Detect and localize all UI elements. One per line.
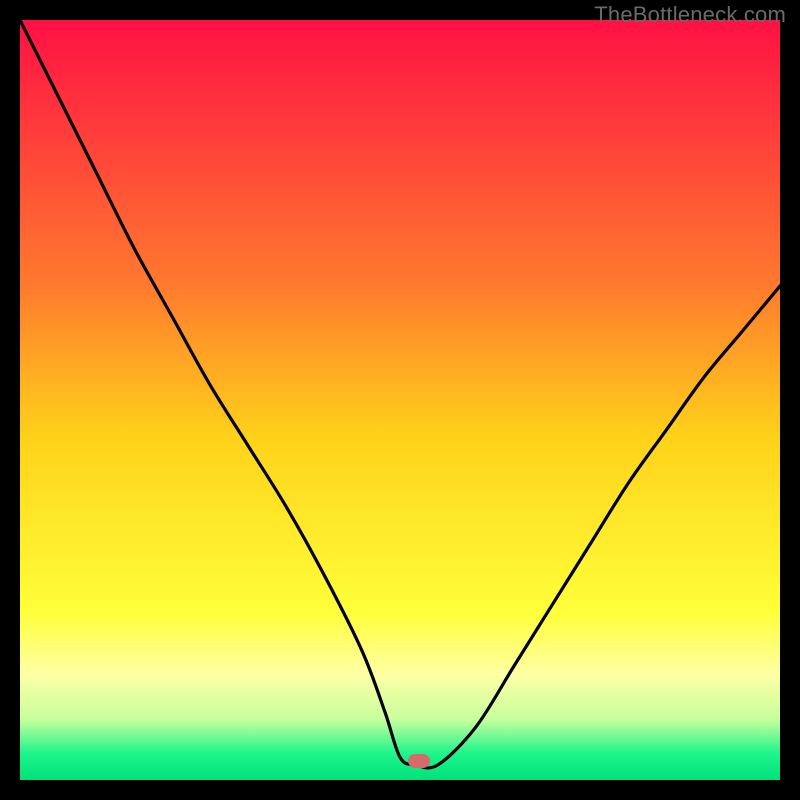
plot-area [20, 20, 780, 780]
chart-frame: TheBottleneck.com [0, 0, 800, 800]
chart-svg [20, 20, 780, 780]
gradient-background [20, 20, 780, 780]
watermark-text: TheBottleneck.com [594, 2, 786, 28]
optimal-marker [408, 754, 430, 768]
